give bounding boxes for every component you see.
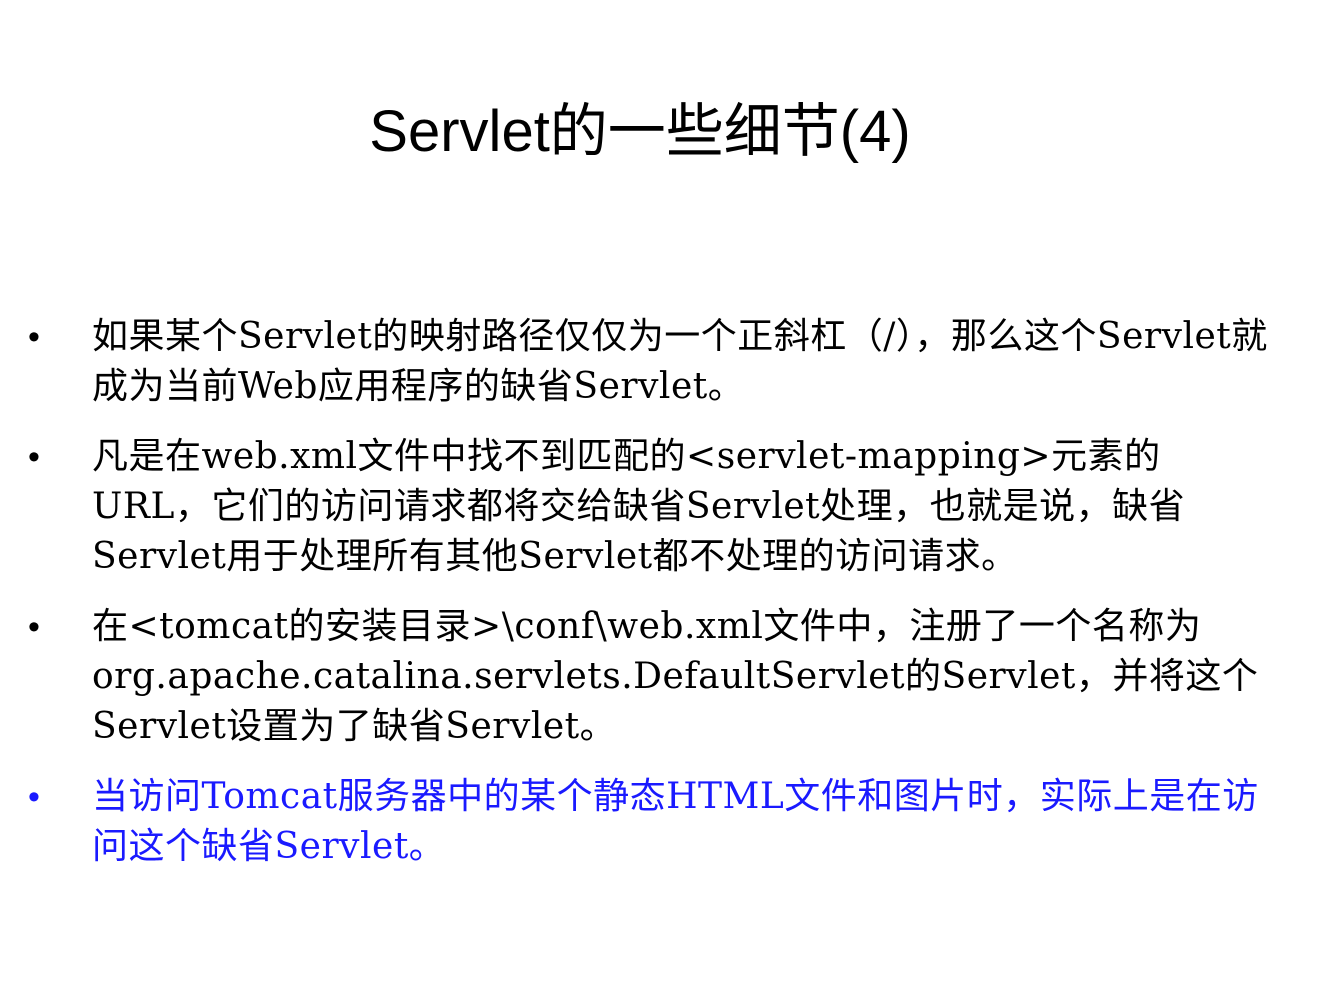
bullet-dot-icon: • xyxy=(28,438,40,476)
bullet-item-default-servlet-definition: • 如果某个Servlet的映射路径仅仅为一个正斜杠（/），那么这个Servle… xyxy=(28,312,1278,412)
bullet-dot-icon: • xyxy=(28,778,40,816)
bullet-dot-icon: • xyxy=(28,318,40,356)
bullet-text: 如果某个Servlet的映射路径仅仅为一个正斜杠（/），那么这个Servlet就… xyxy=(92,316,1268,407)
bullet-list: • 如果某个Servlet的映射路径仅仅为一个正斜杠（/），那么这个Servle… xyxy=(28,312,1278,892)
bullet-item-static-resources: • 当访问Tomcat服务器中的某个静态HTML文件和图片时，实际上是在访问这个… xyxy=(28,772,1278,872)
bullet-item-unmatched-url: • 凡是在web.xml文件中找不到匹配的<servlet-mapping>元素… xyxy=(28,432,1278,582)
bullet-text: 在<tomcat的安装目录>\conf\web.xml文件中，注册了一个名称为o… xyxy=(92,606,1259,747)
bullet-text: 凡是在web.xml文件中找不到匹配的<servlet-mapping>元素的U… xyxy=(92,436,1186,577)
bullet-text: 当访问Tomcat服务器中的某个静态HTML文件和图片时，实际上是在访问这个缺省… xyxy=(92,776,1259,867)
slide-title: Servlet的一些细节(4) xyxy=(369,99,911,164)
slide: Servlet的一些细节(4) • 如果某个Servlet的映射路径仅仅为一个正… xyxy=(0,0,1339,1001)
bullet-dot-icon: • xyxy=(28,608,40,646)
bullet-item-tomcat-default-servlet: • 在<tomcat的安装目录>\conf\web.xml文件中，注册了一个名称… xyxy=(28,602,1278,752)
